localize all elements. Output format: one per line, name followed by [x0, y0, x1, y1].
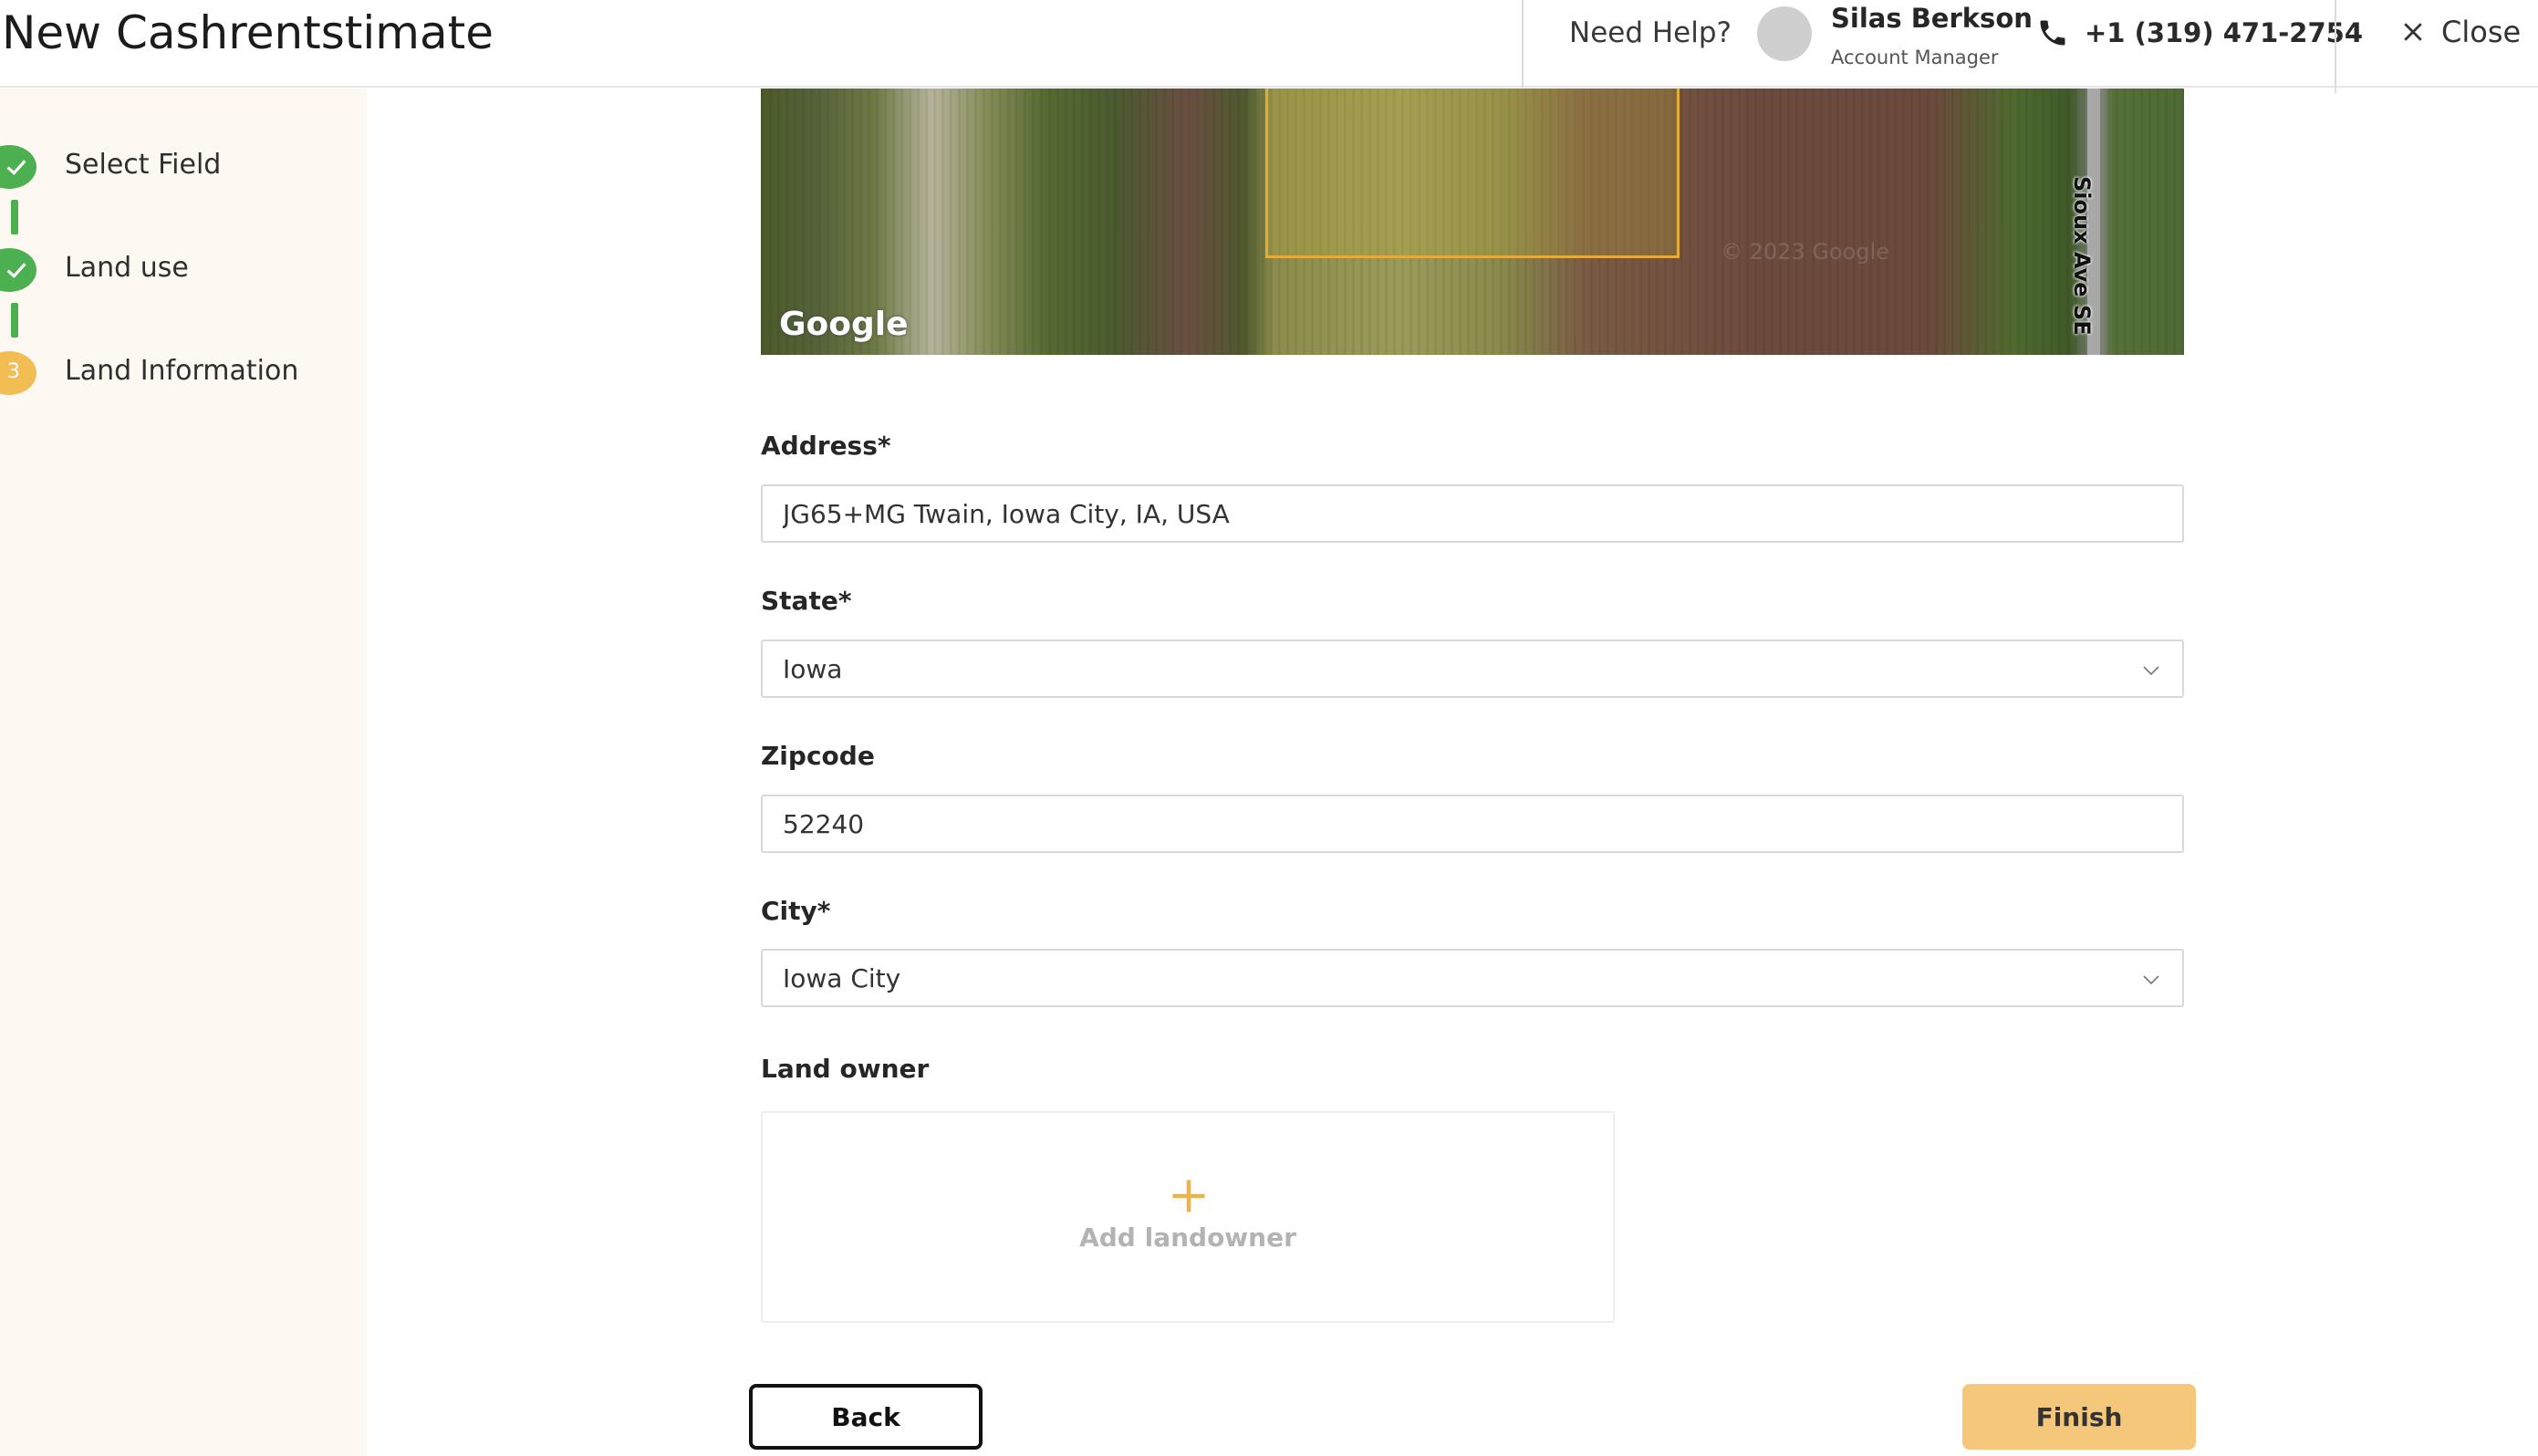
finish-button[interactable]: Finish — [1962, 1384, 2196, 1450]
required-mark: * — [817, 896, 831, 926]
landowner-label: Land owner — [761, 1054, 930, 1084]
back-button[interactable]: Back — [749, 1384, 983, 1450]
page-title: New Cashrentstimate — [2, 6, 494, 59]
close-icon — [2404, 23, 2422, 41]
need-help-text: Need Help? — [1569, 16, 1732, 49]
add-landowner-label: Add landowner — [1079, 1222, 1296, 1253]
road-label: Sioux Ave SE — [2069, 176, 2095, 336]
state-select[interactable]: Iowa — [761, 640, 2184, 698]
chevron-down-icon — [2143, 666, 2159, 676]
chevron-down-icon — [2143, 975, 2159, 985]
step-connector — [11, 200, 18, 234]
step-done-indicator — [0, 248, 36, 292]
city-selected-value: Iowa City — [783, 963, 901, 993]
phone-number-link[interactable]: +1 (319) 471-2754 — [2085, 13, 2363, 53]
map-watermark: © 2023 Google — [1721, 239, 1889, 265]
account-manager-name: Silas Berkson — [1831, 3, 2033, 34]
step-label: Land use — [65, 252, 189, 284]
account-manager-role: Account Manager — [1831, 47, 1999, 68]
state-selected-value: Iowa — [783, 654, 843, 684]
avatar — [1757, 6, 1812, 61]
step-done-indicator — [0, 145, 36, 189]
close-button[interactable]: Close — [2399, 11, 2521, 53]
phone-icon — [2040, 20, 2065, 46]
check-icon — [6, 263, 26, 278]
required-mark: * — [837, 586, 852, 616]
zipcode-input[interactable] — [761, 795, 2184, 853]
header-divider-right — [2335, 0, 2336, 93]
close-label: Close — [2441, 15, 2522, 49]
city-label: City* — [761, 896, 830, 926]
address-label: Address* — [761, 431, 891, 461]
check-icon — [6, 160, 26, 175]
field-boundary[interactable] — [1265, 88, 1680, 258]
step-connector — [11, 303, 18, 338]
state-label: State* — [761, 586, 851, 616]
state-label-text: State — [761, 586, 838, 616]
step-active-indicator: 3 — [0, 351, 36, 395]
google-logo: Google — [779, 306, 909, 343]
city-select[interactable]: Iowa City — [761, 949, 2184, 1007]
top-header: New Cashrentstimate Need Help? Silas Ber… — [0, 0, 2538, 93]
plus-icon — [1172, 1180, 1205, 1212]
address-input[interactable] — [761, 484, 2184, 543]
zipcode-label: Zipcode — [761, 741, 875, 771]
step-label: Land Information — [65, 355, 299, 387]
stepper-sidebar: Select Field Land use 3 Land Information — [0, 88, 367, 1456]
header-divider-left — [1522, 0, 1524, 88]
add-landowner-button[interactable]: Add landowner — [761, 1111, 1615, 1323]
step-number: 3 — [7, 360, 20, 383]
step-label: Select Field — [65, 149, 222, 181]
field-map[interactable]: Sioux Ave SE © 2023 Google Google — [761, 88, 2184, 355]
city-label-text: City — [761, 896, 817, 926]
required-mark: * — [877, 431, 891, 461]
address-label-text: Address — [761, 431, 878, 461]
